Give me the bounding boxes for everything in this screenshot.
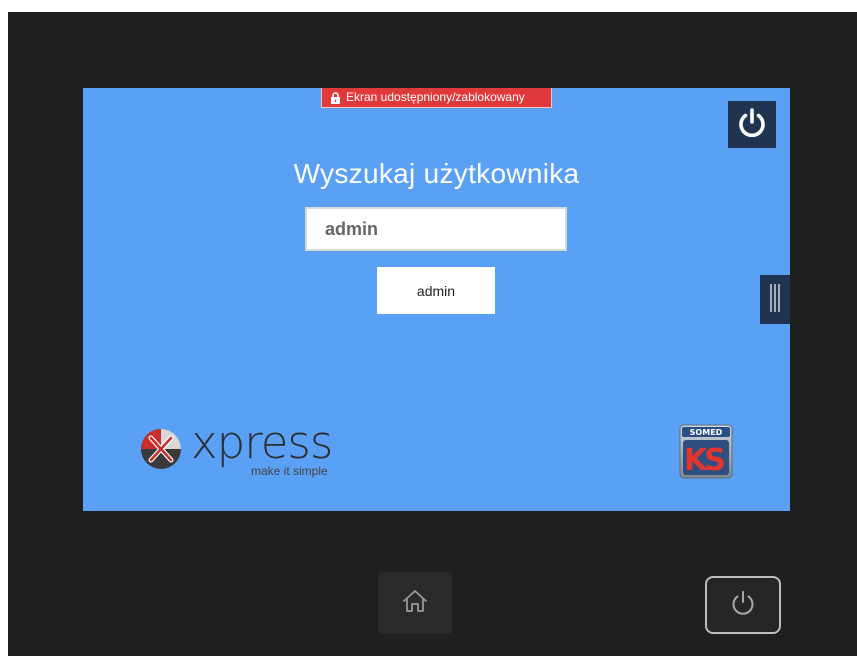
user-result-button[interactable]: admin (377, 267, 495, 314)
power-icon (735, 106, 769, 144)
svg-text:KS: KS (684, 443, 724, 478)
side-panel-handle[interactable] (760, 275, 790, 324)
xpress-logo-tagline: make it simple (251, 464, 328, 478)
home-icon (401, 588, 429, 618)
logout-power-button[interactable] (728, 101, 776, 148)
xpress-logo: xpress make it simple (137, 416, 349, 481)
device-power-button[interactable] (705, 576, 781, 634)
drag-handle-icon (768, 282, 782, 318)
page-title: Wyszukaj użytkownika (293, 158, 580, 189)
svg-text:SOMED: SOMED (690, 428, 723, 437)
home-button[interactable] (378, 572, 452, 634)
lock-icon (330, 91, 341, 104)
xpress-x-mark (141, 429, 181, 469)
power-icon (728, 588, 758, 622)
screen-lock-banner: Ekran udostępniony/zablokowany (321, 88, 552, 108)
device-bezel: Ekran udostępniony/zablokowany Wyszukaj … (8, 12, 857, 656)
screen-lock-banner-text: Ekran udostępniony/zablokowany (346, 90, 525, 104)
user-search-input[interactable] (305, 207, 567, 251)
touch-screen: Ekran udostępniony/zablokowany Wyszukaj … (83, 88, 790, 511)
somed-ks-logo: KS SOMED (679, 424, 733, 479)
